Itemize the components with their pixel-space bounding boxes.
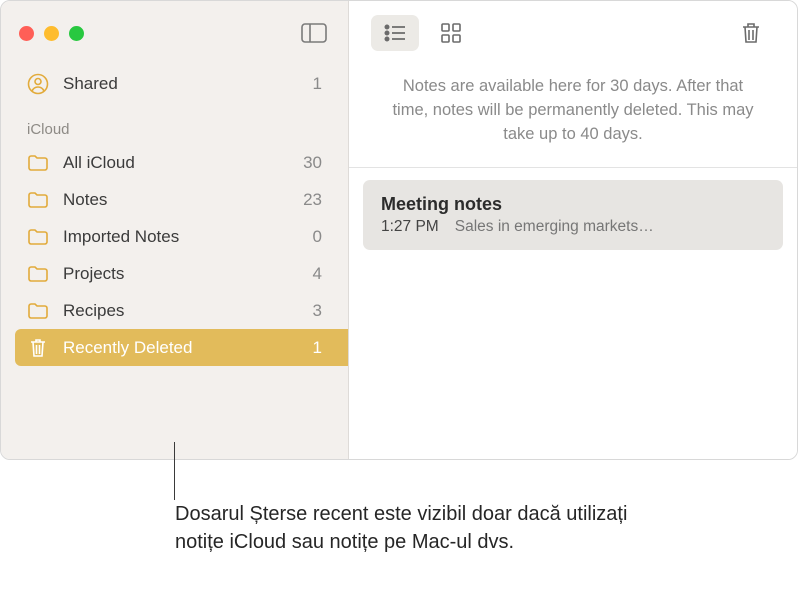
folder-count: 1 [313, 338, 322, 358]
folder-icon [27, 228, 49, 246]
shared-label: Shared [63, 74, 118, 94]
app-window: Shared 1 iCloud All iCloud 30 Notes 23 [0, 0, 798, 460]
toolbar [349, 1, 797, 65]
shared-count: 1 [313, 74, 322, 94]
sidebar-toggle-button[interactable] [298, 21, 330, 45]
fullscreen-window-button[interactable] [69, 26, 84, 41]
callout-leader-line [174, 442, 175, 500]
note-time: 1:27 PM [381, 218, 439, 236]
traffic-lights [19, 26, 84, 41]
note-title: Meeting notes [381, 194, 765, 215]
folder-count: 4 [313, 264, 322, 284]
folder-icon [27, 265, 49, 283]
note-snippet: Sales in emerging markets… [455, 218, 654, 236]
folder-label: Recently Deleted [63, 338, 192, 358]
folder-icon [27, 302, 49, 320]
section-header-icloud: iCloud [1, 103, 348, 144]
note-list-item[interactable]: Meeting notes 1:27 PM Sales in emerging … [363, 180, 783, 250]
folder-count: 30 [303, 153, 322, 173]
folder-label: Imported Notes [63, 227, 179, 247]
trash-icon [27, 337, 49, 359]
person-shared-icon [27, 73, 49, 95]
folder-label: Projects [63, 264, 124, 284]
deletion-info-text: Notes are available here for 30 days. Af… [349, 65, 797, 167]
sidebar: Shared 1 iCloud All iCloud 30 Notes 23 [1, 1, 349, 459]
view-grid-button[interactable] [427, 15, 475, 51]
folder-list: All iCloud 30 Notes 23 Imported Notes 0 [1, 144, 348, 366]
note-subtitle: 1:27 PM Sales in emerging markets… [381, 218, 765, 236]
sidebar-item-projects[interactable]: Projects 4 [1, 255, 348, 292]
folder-label: All iCloud [63, 153, 135, 173]
folder-count: 3 [313, 301, 322, 321]
close-window-button[interactable] [19, 26, 34, 41]
folder-icon [27, 191, 49, 209]
sidebar-item-imported-notes[interactable]: Imported Notes 0 [1, 218, 348, 255]
folder-count: 0 [313, 227, 322, 247]
main-panel: Notes are available here for 30 days. Af… [349, 1, 797, 459]
delete-note-button[interactable] [727, 15, 775, 51]
titlebar [1, 1, 348, 65]
sidebar-item-all-icloud[interactable]: All iCloud 30 [1, 144, 348, 181]
folder-icon [27, 154, 49, 172]
sidebar-item-shared[interactable]: Shared 1 [1, 65, 348, 103]
divider [349, 167, 797, 168]
sidebar-item-recently-deleted[interactable]: Recently Deleted 1 [15, 329, 348, 366]
sidebar-item-recipes[interactable]: Recipes 3 [1, 292, 348, 329]
sidebar-item-notes[interactable]: Notes 23 [1, 181, 348, 218]
folder-label: Notes [63, 190, 107, 210]
minimize-window-button[interactable] [44, 26, 59, 41]
folder-label: Recipes [63, 301, 124, 321]
view-list-button[interactable] [371, 15, 419, 51]
callout-text: Dosarul Șterse recent este vizibil doar … [175, 500, 655, 556]
folder-count: 23 [303, 190, 322, 210]
